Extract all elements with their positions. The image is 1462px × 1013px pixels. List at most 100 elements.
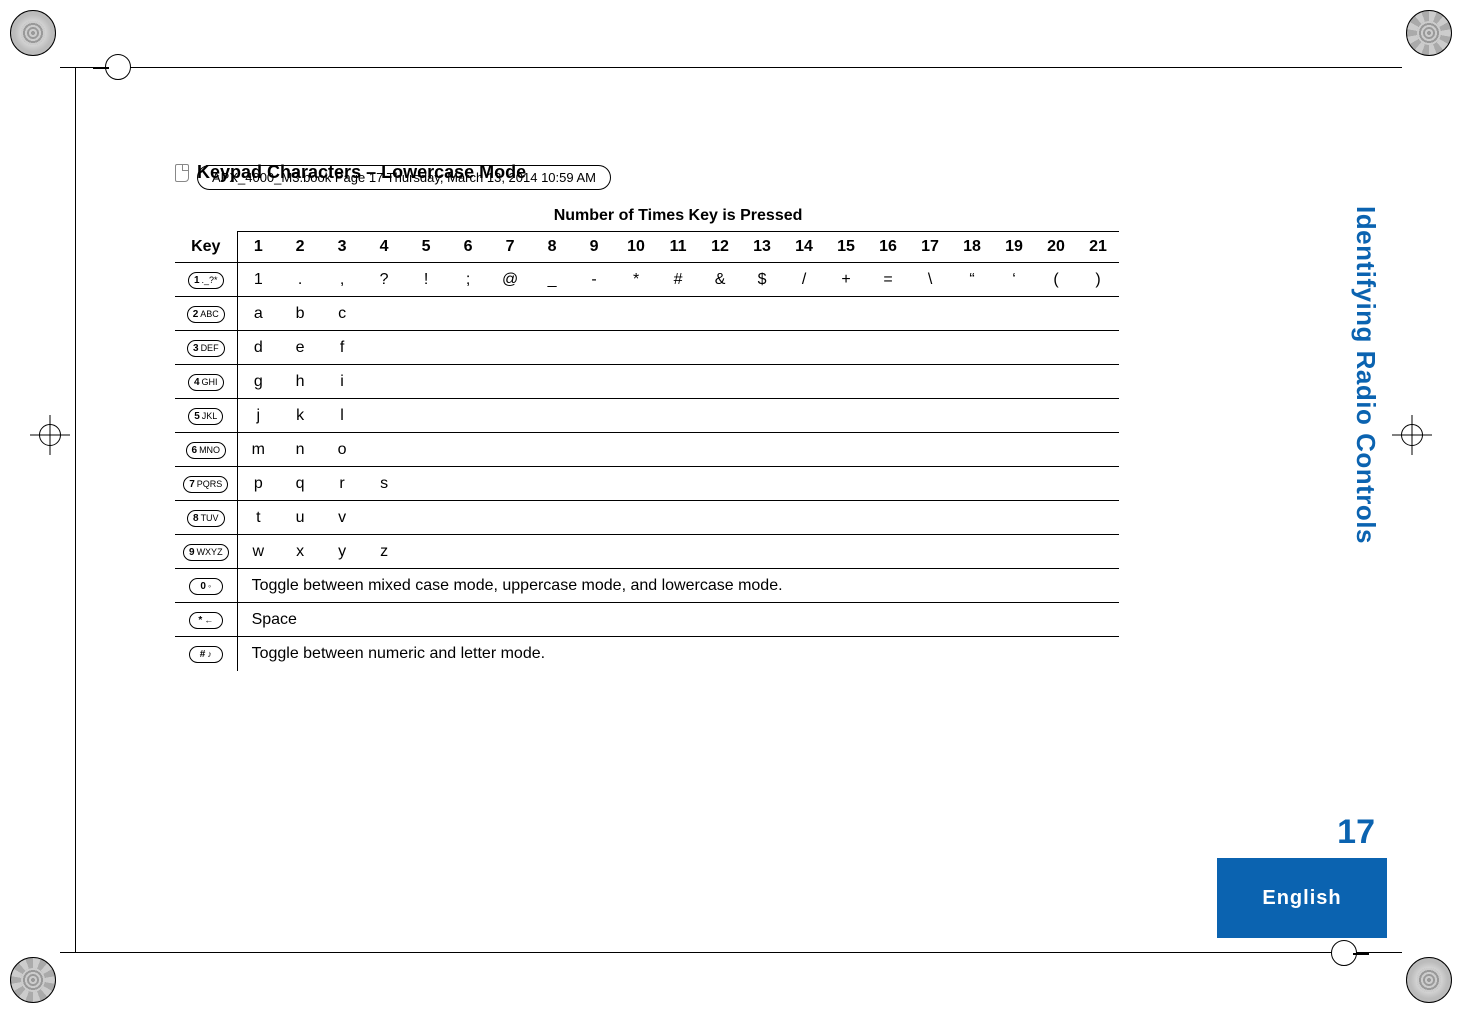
keypad-key-icon: 3DEF xyxy=(187,340,225,357)
table-cell xyxy=(825,535,867,569)
table-cell: $ xyxy=(741,263,783,297)
table-cell xyxy=(657,399,699,433)
table-cell xyxy=(1035,297,1077,331)
table-cell xyxy=(447,535,489,569)
table-cell xyxy=(783,331,825,365)
table-cell: ( xyxy=(1035,263,1077,297)
table-col-header: 16 xyxy=(867,232,909,263)
table-cell: c xyxy=(321,297,363,331)
key-cell: 3DEF xyxy=(175,331,237,365)
table-cell xyxy=(1077,433,1119,467)
table-cell xyxy=(489,535,531,569)
table-cell xyxy=(993,365,1035,399)
key-cell: 5JKL xyxy=(175,399,237,433)
table-cell: a xyxy=(237,297,279,331)
table-cell xyxy=(783,365,825,399)
keypad-key-icon: 2ABC xyxy=(187,306,225,323)
table-cell xyxy=(447,331,489,365)
table-cell: “ xyxy=(951,263,993,297)
table-row: 6MNOmno xyxy=(175,433,1119,467)
table-cell xyxy=(615,297,657,331)
key-cell: #♪ xyxy=(175,637,237,671)
registration-mark-left xyxy=(30,415,70,455)
table-cell: = xyxy=(867,263,909,297)
table-cell xyxy=(489,501,531,535)
table-cell xyxy=(1035,467,1077,501)
table-cell: u xyxy=(279,501,321,535)
table-col-header: 7 xyxy=(489,232,531,263)
table-col-header: 10 xyxy=(615,232,657,263)
registration-mark-right xyxy=(1392,415,1432,455)
table-cell: ) xyxy=(1077,263,1119,297)
table-cell xyxy=(657,535,699,569)
table-col-header: 5 xyxy=(405,232,447,263)
table-row: *←Space xyxy=(175,603,1119,637)
table-cell xyxy=(405,535,447,569)
table-cell: d xyxy=(237,331,279,365)
table-cell xyxy=(1035,501,1077,535)
table-col-header: 15 xyxy=(825,232,867,263)
table-cell xyxy=(447,501,489,535)
keypad-key-icon: 6MNO xyxy=(186,442,227,459)
table-cell xyxy=(657,501,699,535)
keypad-characters-table: Number of Times Key is Pressed Key 12345… xyxy=(175,201,1119,671)
table-row: 4GHIghi xyxy=(175,365,1119,399)
table-cell: @ xyxy=(489,263,531,297)
table-cell: e xyxy=(279,331,321,365)
table-cell xyxy=(657,467,699,501)
table-cell xyxy=(615,365,657,399)
table-cell xyxy=(489,467,531,501)
table-cell xyxy=(909,331,951,365)
table-col-header: 18 xyxy=(951,232,993,263)
table-row: 1._?*1.,?!;@_-*#&$/+=\“‘() xyxy=(175,263,1119,297)
table-cell xyxy=(447,365,489,399)
table-cell: l xyxy=(321,399,363,433)
table-row: 8TUVtuv xyxy=(175,501,1119,535)
table-cell xyxy=(825,297,867,331)
table-cell xyxy=(531,433,573,467)
table-cell: n xyxy=(279,433,321,467)
table-cell xyxy=(699,365,741,399)
key-cell: 7PQRS xyxy=(175,467,237,501)
table-row: 7PQRSpqrs xyxy=(175,467,1119,501)
table-cell xyxy=(825,433,867,467)
table-cell xyxy=(867,535,909,569)
key-cell: 8TUV xyxy=(175,501,237,535)
table-cell xyxy=(741,331,783,365)
printers-mark-tl xyxy=(6,6,60,60)
table-row: #♪Toggle between numeric and letter mode… xyxy=(175,637,1119,671)
table-cell xyxy=(363,365,405,399)
table-cell xyxy=(1035,399,1077,433)
table-cell xyxy=(615,501,657,535)
table-cell xyxy=(951,331,993,365)
table-cell xyxy=(699,399,741,433)
keypad-key-icon: 1._?* xyxy=(188,272,224,289)
table-cell: ‘ xyxy=(993,263,1035,297)
table-cell xyxy=(951,433,993,467)
table-cell: 1 xyxy=(237,263,279,297)
table-cell xyxy=(615,399,657,433)
table-cell xyxy=(951,365,993,399)
table-cell: / xyxy=(783,263,825,297)
table-cell xyxy=(405,297,447,331)
table-cell xyxy=(1077,535,1119,569)
table-cell: , xyxy=(321,263,363,297)
crop-rule-bottom xyxy=(60,952,1402,953)
table-cell xyxy=(951,399,993,433)
table-cell xyxy=(531,331,573,365)
table-cell xyxy=(867,467,909,501)
table-cell: \ xyxy=(909,263,951,297)
table-cell xyxy=(699,535,741,569)
table-cell: p xyxy=(237,467,279,501)
table-cell xyxy=(405,467,447,501)
keypad-key-icon: 8TUV xyxy=(187,510,225,527)
keypad-key-icon: 9WXYZ xyxy=(183,544,229,561)
table-cell xyxy=(405,399,447,433)
keypad-key-icon: *← xyxy=(189,612,223,629)
table-col-header: 9 xyxy=(573,232,615,263)
table-cell: w xyxy=(237,535,279,569)
table-cell xyxy=(741,365,783,399)
table-cell: f xyxy=(321,331,363,365)
table-cell xyxy=(405,433,447,467)
page-number: 17 xyxy=(1337,813,1375,852)
